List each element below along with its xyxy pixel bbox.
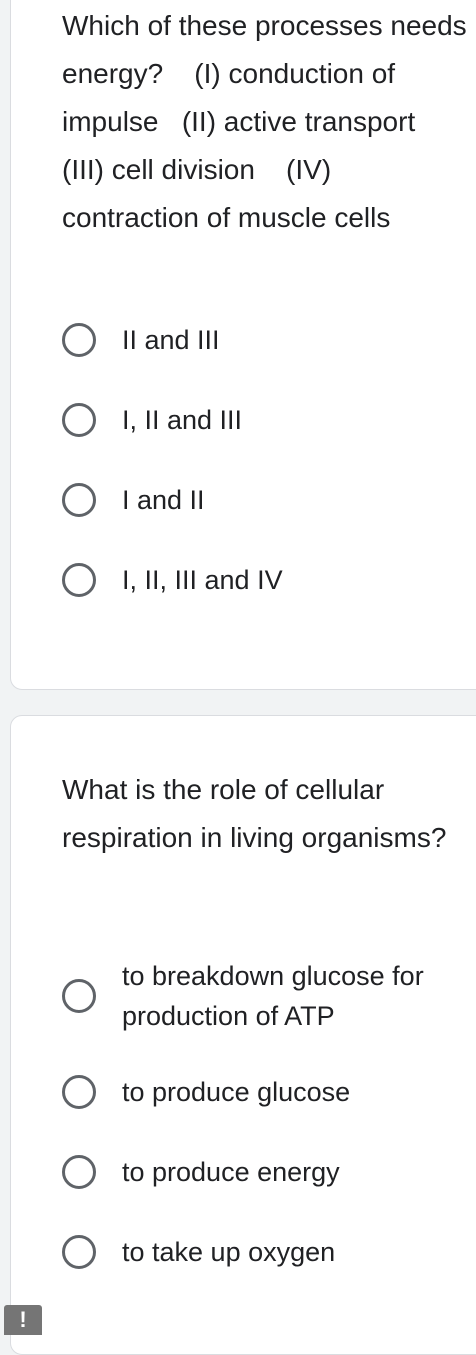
- question-text: Which of these processes needs energy? (…: [62, 10, 475, 233]
- option-label: to produce energy: [122, 1157, 340, 1187]
- option-label: I, II, III and IV: [122, 565, 283, 595]
- radio-button[interactable]: [62, 483, 96, 517]
- radio-button[interactable]: [62, 1155, 96, 1189]
- option-take-up-oxygen[interactable]: to take up oxygen: [62, 1232, 476, 1272]
- question-text: What is the role of cellular respiration…: [62, 774, 447, 853]
- radio-button[interactable]: [62, 1075, 96, 1109]
- option-i-ii-and-iii[interactable]: I, II and III: [62, 400, 476, 440]
- option-label: to breakdown glucose for production of A…: [122, 961, 424, 1031]
- question-card-1: Which of these processes needs energy? (…: [10, 0, 476, 690]
- option-label: to take up oxygen: [122, 1237, 336, 1267]
- radio-button[interactable]: [62, 403, 96, 437]
- option-breakdown-glucose[interactable]: to breakdown glucose for production of A…: [62, 956, 476, 1036]
- radio-button[interactable]: [62, 323, 96, 357]
- radio-button[interactable]: [62, 1235, 96, 1269]
- exclamation-icon[interactable]: !: [4, 1305, 42, 1335]
- option-label: to produce glucose: [122, 1077, 351, 1107]
- option-i-ii-iii-and-iv[interactable]: I, II, III and IV: [62, 560, 476, 600]
- option-ii-and-iii[interactable]: II and III: [62, 320, 476, 360]
- option-label: I, II and III: [122, 405, 243, 435]
- option-produce-energy[interactable]: to produce energy: [62, 1152, 476, 1192]
- question-card-2: What is the role of cellular respiration…: [10, 715, 476, 1355]
- radio-button[interactable]: [62, 979, 96, 1013]
- radio-button[interactable]: [62, 563, 96, 597]
- option-i-and-ii[interactable]: I and II: [62, 480, 476, 520]
- option-produce-glucose[interactable]: to produce glucose: [62, 1072, 476, 1112]
- option-label: II and III: [122, 325, 220, 355]
- option-label: I and II: [122, 485, 205, 515]
